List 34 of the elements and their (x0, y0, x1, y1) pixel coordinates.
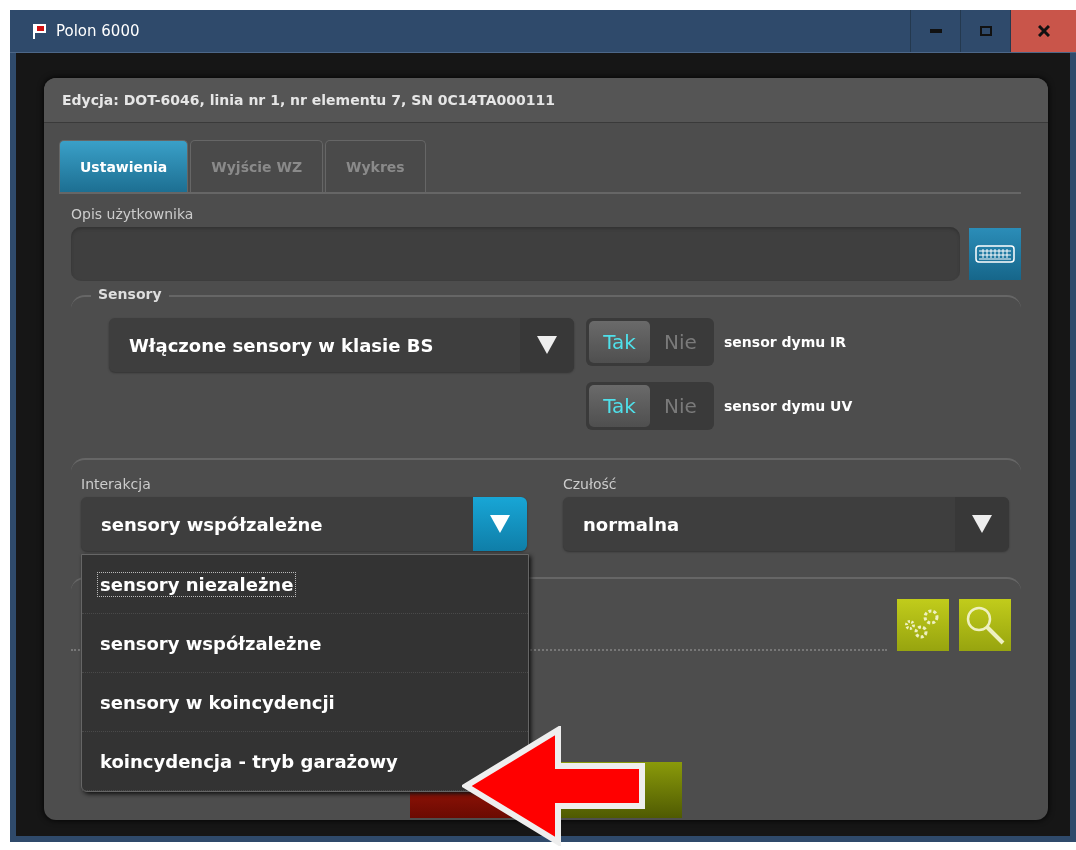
minimize-icon (929, 29, 942, 33)
maximize-icon (979, 26, 992, 36)
yes-no-toggle[interactable]: Tak Nie (586, 318, 714, 366)
window-title: Polon 6000 (56, 22, 141, 40)
tab[interactable]: Ustawienia (59, 140, 189, 192)
dropdown-button[interactable] (955, 497, 1009, 551)
toggle-label: sensor dymu UV (724, 398, 853, 414)
dropdown[interactable]: Włączone sensory w klasie BS (109, 318, 574, 372)
dropdown-button[interactable] (473, 497, 527, 551)
field-label: Opis użytkownika (71, 206, 195, 222)
close-button[interactable] (1010, 10, 1076, 52)
search-button[interactable] (959, 599, 1011, 651)
flag-icon (32, 23, 48, 39)
dropdown-button[interactable] (520, 318, 574, 372)
field-label: Interakcja (81, 476, 152, 492)
dropdown[interactable]: normalna (563, 497, 1009, 551)
keyboard-button[interactable] (969, 228, 1021, 280)
dropdown-arrow-icon (537, 336, 557, 354)
close-icon (1037, 25, 1050, 37)
input-field[interactable] (71, 227, 960, 281)
dropdown-option[interactable]: koincydencja - tryb garażowy (98, 749, 400, 773)
field-label: Czułość (563, 476, 618, 492)
group-legend: Sensory (91, 286, 169, 302)
dropdown-option[interactable]: sensory współzależne (98, 631, 324, 655)
dropdown-option[interactable]: sensory niezależne (98, 572, 296, 596)
toggle-label: sensor dymu IR (724, 334, 847, 350)
dropdown[interactable]: sensory współzależne (81, 497, 527, 551)
dropdown-arrow-icon (972, 515, 992, 533)
yes-no-toggle[interactable]: Tak Nie (586, 382, 714, 430)
keyboard-icon (975, 245, 1015, 263)
dropdown-arrow-icon (490, 515, 510, 533)
dropdown-option[interactable]: sensory w koincydencji (98, 690, 337, 714)
dialog-title: Edycja: DOT-6046, linia nr 1, nr elementu 7, SN 0C14TA000111 (62, 92, 556, 108)
settings-button[interactable] (897, 599, 949, 651)
